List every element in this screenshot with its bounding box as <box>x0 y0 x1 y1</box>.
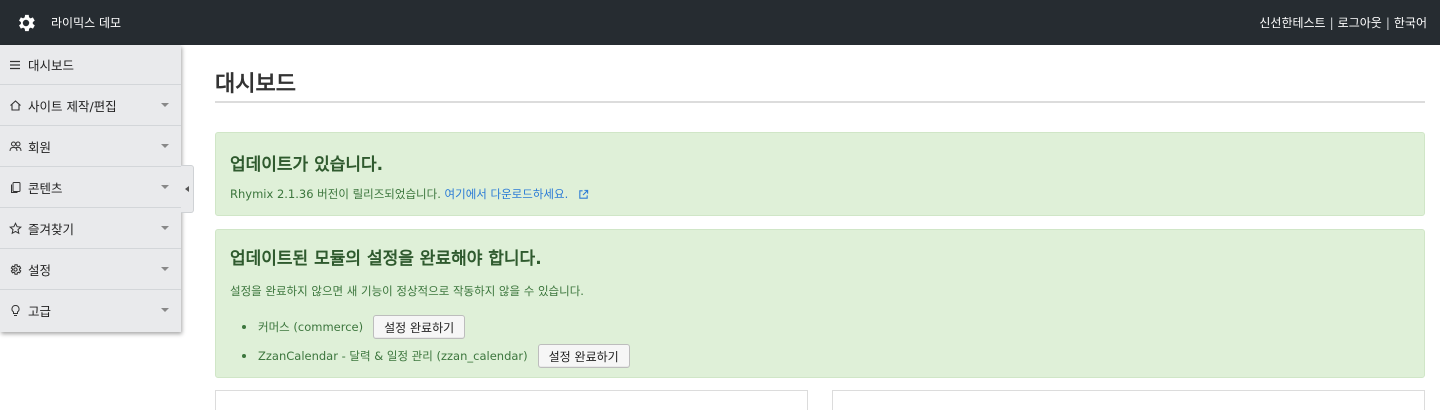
site-name[interactable]: 라이믹스 데모 <box>51 14 121 31</box>
language-link[interactable]: 한국어 <box>1394 14 1427 31</box>
lightbulb-icon <box>8 304 22 318</box>
sidebar-item-label: 즐겨찾기 <box>28 221 75 237</box>
sidebar-item-settings[interactable]: 설정 <box>0 249 181 290</box>
page-title: 대시보드 <box>215 72 296 97</box>
sidebar-item-label: 회원 <box>28 139 52 155</box>
separator: | <box>1329 15 1334 30</box>
list-item: ZzanCalendar - 달력 & 일정 관리 (zzan_calendar… <box>242 343 630 369</box>
top-bar: 라이믹스 데모 신선한테스트 | 로그아웃 | 한국어 <box>0 0 1440 45</box>
menu-icon <box>8 58 22 72</box>
sidebar: 대시보드 사이트 제작/편집 회원 콘텐츠 즐겨찾기 설정 고급 <box>0 45 181 332</box>
chevron-down-icon <box>161 226 169 230</box>
module-alert-heading: 업데이트된 모듈의 설정을 완료해야 합니다. <box>230 249 542 269</box>
users-icon <box>8 139 22 153</box>
chevron-down-icon <box>161 144 169 148</box>
sidebar-item-label: 고급 <box>28 304 52 319</box>
chevron-left-icon <box>185 186 189 192</box>
separator: | <box>1385 15 1390 30</box>
external-link-icon <box>579 189 589 199</box>
sidebar-item-label: 설정 <box>28 262 52 278</box>
update-alert-heading: 업데이트가 있습니다. <box>230 155 384 175</box>
sidebar-item-contents[interactable]: 콘텐츠 <box>0 167 181 208</box>
bullet-icon <box>242 354 246 358</box>
dashboard-panel <box>832 390 1425 410</box>
gear-icon <box>8 262 22 276</box>
sidebar-collapse-button[interactable] <box>181 165 194 213</box>
download-link-text: 여기에서 다운로드하세요. <box>444 187 569 201</box>
sidebar-item-site-builder[interactable]: 사이트 제작/편집 <box>0 85 181 126</box>
documents-icon <box>8 180 22 194</box>
update-alert-message: Rhymix 2.1.36 버전이 릴리즈되었습니다. 여기에서 다운로드하세요… <box>230 186 589 202</box>
dashboard-panel <box>215 390 808 410</box>
update-alert: 업데이트가 있습니다. Rhymix 2.1.36 버전이 릴리즈되었습니다. … <box>215 132 1425 216</box>
home-icon <box>8 98 22 112</box>
list-item: 커머스 (commerce) 설정 완료하기 <box>242 314 466 340</box>
user-links: 신선한테스트 | 로그아웃 | 한국어 <box>1259 0 1427 45</box>
sidebar-item-dashboard[interactable]: 대시보드 <box>0 45 181 85</box>
module-alert-message: 설정을 완료하지 않으면 새 기능이 정상적으로 작동하지 않을 수 있습니다. <box>230 284 584 298</box>
gear-icon[interactable] <box>14 11 38 35</box>
sidebar-item-members[interactable]: 회원 <box>0 126 181 167</box>
module-update-alert: 업데이트된 모듈의 설정을 완료해야 합니다. 설정을 완료하지 않으면 새 기… <box>215 229 1425 378</box>
title-divider <box>215 101 1425 103</box>
sidebar-item-label: 대시보드 <box>28 58 75 73</box>
complete-settings-button[interactable]: 설정 완료하기 <box>537 344 630 368</box>
chevron-down-icon <box>161 308 169 312</box>
chevron-down-icon <box>161 103 169 107</box>
user-name-link[interactable]: 신선한테스트 <box>1259 14 1325 31</box>
module-label: 커머스 (commerce) <box>258 320 364 334</box>
sidebar-item-label: 콘텐츠 <box>28 180 63 196</box>
bullet-icon <box>242 325 246 329</box>
update-message-text: Rhymix 2.1.36 버전이 릴리즈되었습니다. <box>230 187 441 201</box>
module-label: ZzanCalendar - 달력 & 일정 관리 (zzan_calendar… <box>258 349 528 363</box>
download-link[interactable]: 여기에서 다운로드하세요. <box>445 187 589 201</box>
sidebar-item-advanced[interactable]: 고급 <box>0 290 181 331</box>
sidebar-item-label: 사이트 제작/편집 <box>28 98 117 114</box>
chevron-down-icon <box>161 267 169 271</box>
chevron-down-icon <box>161 185 169 189</box>
logout-link[interactable]: 로그아웃 <box>1338 14 1382 31</box>
sidebar-item-favorites[interactable]: 즐겨찾기 <box>0 208 181 249</box>
complete-settings-button[interactable]: 설정 완료하기 <box>373 315 466 339</box>
star-icon <box>8 221 22 235</box>
